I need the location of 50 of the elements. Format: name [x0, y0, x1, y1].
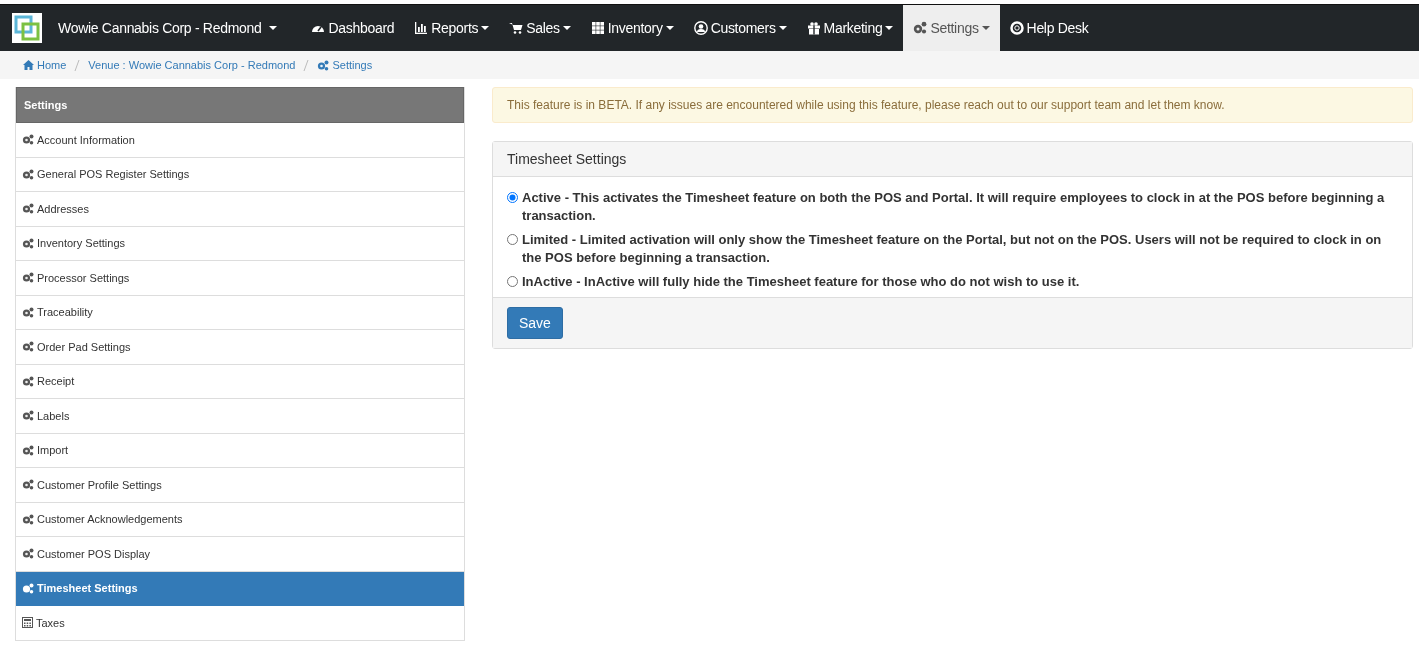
save-button[interactable]: Save	[507, 307, 563, 339]
calculator-icon	[22, 617, 33, 629]
gears-icon	[22, 513, 34, 525]
radio-button[interactable]	[507, 234, 518, 245]
gears-icon	[22, 444, 34, 456]
breadcrumb-link[interactable]: Home	[23, 59, 67, 71]
radio-button[interactable]	[507, 276, 518, 287]
option-label: Active - This activates the Timesheet feature on both the POS and Portal. It will require employees to clock in at the POS before beginning a transaction.	[522, 189, 1386, 225]
nav-item[interactable]: Marketing	[796, 5, 904, 51]
option-label: InActive - InActive will fully hide the Timesheet feature for those who do not wish to use it.	[522, 273, 1080, 291]
gears-icon	[317, 59, 330, 71]
gears-icon	[22, 272, 34, 284]
user-circle-icon	[693, 21, 708, 35]
breadcrumb-separator-icon	[303, 59, 310, 71]
sidebar-header: Settings	[16, 87, 464, 123]
gears-icon	[22, 582, 34, 594]
bar-chart-icon	[414, 21, 429, 35]
breadcrumb-link[interactable]: Venue : Wowie Cannabis Corp - Redmond	[88, 59, 296, 71]
gears-icon	[22, 375, 34, 387]
breadcrumb-separator-icon	[74, 59, 81, 71]
nav-item[interactable]: Customers	[683, 5, 797, 51]
breadcrumb-link[interactable]: Settings	[317, 59, 373, 71]
gears-icon	[913, 21, 928, 35]
cart-icon	[509, 21, 524, 35]
venue-menu[interactable]: Wowie Cannabis Corp - Redmond	[58, 5, 294, 51]
gears-icon	[22, 548, 34, 560]
gift-icon	[806, 21, 821, 35]
gears-icon	[22, 168, 34, 180]
nav-item[interactable]: Dashboard	[301, 5, 405, 51]
lifebuoy-icon	[1009, 21, 1024, 35]
gears-icon	[22, 203, 34, 215]
panel-title: Timesheet Settings	[493, 142, 1412, 177]
home-icon	[23, 60, 34, 70]
sidebar-item[interactable]: Timesheet Settings	[16, 571, 464, 606]
gears-icon	[22, 341, 34, 353]
grid-icon	[590, 21, 605, 35]
logo-icon[interactable]	[14, 15, 40, 41]
option-label: Limited - Limited activation will only show the Timesheet feature on the Portal, but not on the POS. Users will not be required to clock in on the POS before beginning a transaction.	[522, 231, 1383, 267]
gears-icon	[22, 134, 34, 146]
gears-icon	[22, 410, 34, 422]
gears-icon	[22, 237, 34, 249]
nav-item[interactable]: Sales	[499, 5, 581, 51]
radio-button[interactable]	[507, 192, 518, 203]
gears-icon	[22, 306, 34, 318]
nav-item[interactable]: Settings	[903, 5, 1000, 51]
nav-item[interactable]: Inventory	[580, 5, 684, 51]
nav-item[interactable]: Reports	[404, 5, 500, 51]
beta-alert: This feature is in BETA. If any issues are encountered while using this feature, please reach out to our support team and let them know.	[492, 87, 1413, 123]
gears-icon	[22, 479, 34, 491]
nav-item[interactable]: Help Desk	[999, 5, 1099, 51]
